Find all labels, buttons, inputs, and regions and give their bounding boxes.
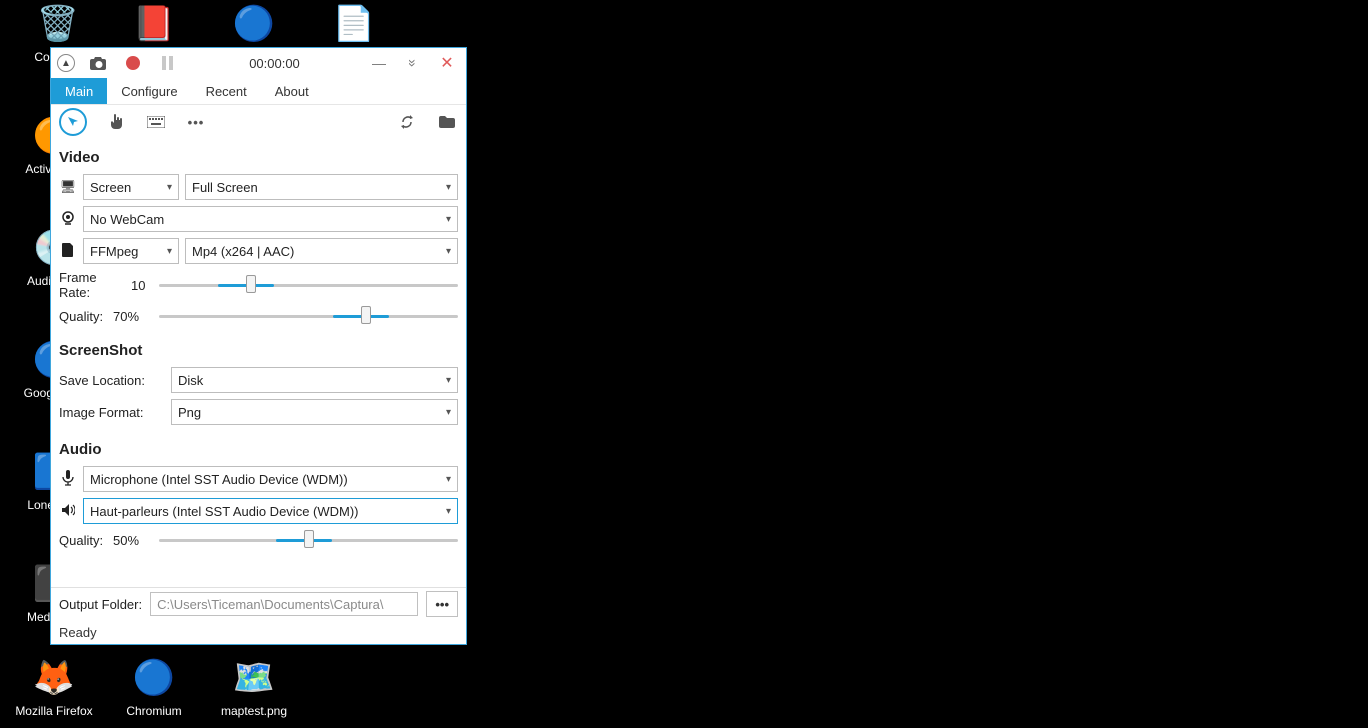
expand-button[interactable]: » <box>406 56 420 70</box>
monitor-icon: 🖥 <box>59 179 77 195</box>
status-bar: Ready <box>51 620 466 644</box>
screenshot-button[interactable] <box>89 53 109 73</box>
icon-label: Chromium <box>126 704 181 718</box>
timer-display: 00:00:00 <box>189 56 360 71</box>
app-icon: 🔵 <box>230 0 278 48</box>
desktop-icon[interactable]: 📄 <box>314 0 394 50</box>
file-icon <box>59 243 77 260</box>
icon-label: Mozilla Firefox <box>15 704 92 718</box>
video-quality-slider[interactable] <box>159 306 458 326</box>
video-source-type-select[interactable]: Screen▾ <box>83 174 179 200</box>
video-source-region-select[interactable]: Full Screen▾ <box>185 174 458 200</box>
app-icon: 🦊 <box>30 654 78 702</box>
microphone-icon <box>59 470 77 489</box>
captura-window: ▲ 00:00:00 — » ✕ MainConfigureRecentAbou… <box>50 47 467 645</box>
tab-about[interactable]: About <box>261 78 323 104</box>
refresh-button[interactable] <box>396 111 418 133</box>
main-panel: Video 🖥 Screen▾ Full Screen▾ No WebCam▾ … <box>51 139 466 587</box>
image-format-label: Image Format: <box>59 405 165 420</box>
audio-quality-slider[interactable] <box>159 530 458 550</box>
minimize-button[interactable]: — <box>372 56 386 70</box>
cursor-mode-button[interactable] <box>59 108 87 136</box>
app-icon: 🔵 <box>130 654 178 702</box>
close-button[interactable]: ✕ <box>440 56 454 70</box>
mode-toolbar: ••• <box>51 105 466 139</box>
tab-configure[interactable]: Configure <box>107 78 191 104</box>
desktop-icon[interactable]: 🔵 Chromium <box>114 654 194 718</box>
desktop-icon[interactable]: 🗺️ maptest.png <box>214 654 294 718</box>
audio-quality-value: 50% <box>113 533 153 548</box>
microphone-select[interactable]: Microphone (Intel SST Audio Device (WDM)… <box>83 466 458 492</box>
output-folder-input[interactable]: C:\Users\Ticeman\Documents\Captura\ <box>150 592 418 616</box>
frame-rate-label: Frame Rate: <box>59 270 125 300</box>
app-icon: 📄 <box>330 0 378 48</box>
tab-bar: MainConfigureRecentAbout <box>51 78 466 105</box>
more-modes-button[interactable]: ••• <box>185 111 207 133</box>
speaker-select[interactable]: Haut-parleurs (Intel SST Audio Device (W… <box>83 498 458 524</box>
desktop-icon[interactable]: 🔵 <box>214 0 294 50</box>
video-quality-value: 70% <box>113 309 153 324</box>
open-folder-button[interactable] <box>436 111 458 133</box>
webcam-select[interactable]: No WebCam▾ <box>83 206 458 232</box>
keyboard-mode-button[interactable] <box>145 111 167 133</box>
record-button[interactable] <box>123 53 143 73</box>
tab-main[interactable]: Main <box>51 78 107 104</box>
audio-quality-label: Quality: <box>59 533 107 548</box>
output-folder-label: Output Folder: <box>59 597 142 612</box>
pause-button[interactable] <box>157 53 177 73</box>
container-select[interactable]: Mp4 (x264 | AAC)▾ <box>185 238 458 264</box>
audio-heading: Audio <box>59 441 458 458</box>
video-heading: Video <box>59 149 458 166</box>
speaker-icon <box>59 503 77 520</box>
webcam-icon <box>59 211 77 228</box>
desktop-icon[interactable]: 🦊 Mozilla Firefox <box>14 654 94 718</box>
browse-output-button[interactable]: ••• <box>426 591 458 617</box>
app-icon: 🗺️ <box>230 654 278 702</box>
video-quality-label: Quality: <box>59 309 107 324</box>
save-location-select[interactable]: Disk▾ <box>171 367 458 393</box>
frame-rate-slider[interactable] <box>159 275 458 295</box>
icon-label: maptest.png <box>221 704 287 718</box>
encoder-select[interactable]: FFMpeg▾ <box>83 238 179 264</box>
screenshot-heading: ScreenShot <box>59 342 458 359</box>
app-icon: 📕 <box>130 0 178 48</box>
tab-recent[interactable]: Recent <box>192 78 261 104</box>
collapse-button[interactable]: ▲ <box>57 54 75 72</box>
titlebar: ▲ 00:00:00 — » ✕ <box>51 48 466 78</box>
app-icon: 🗑️ <box>34 0 82 48</box>
image-format-select[interactable]: Png▾ <box>171 399 458 425</box>
save-location-label: Save Location: <box>59 373 165 388</box>
footer: Output Folder: C:\Users\Ticeman\Document… <box>51 587 466 644</box>
desktop-icon[interactable]: 📕 <box>114 0 194 50</box>
frame-rate-value: 10 <box>131 278 153 293</box>
click-mode-button[interactable] <box>105 111 127 133</box>
